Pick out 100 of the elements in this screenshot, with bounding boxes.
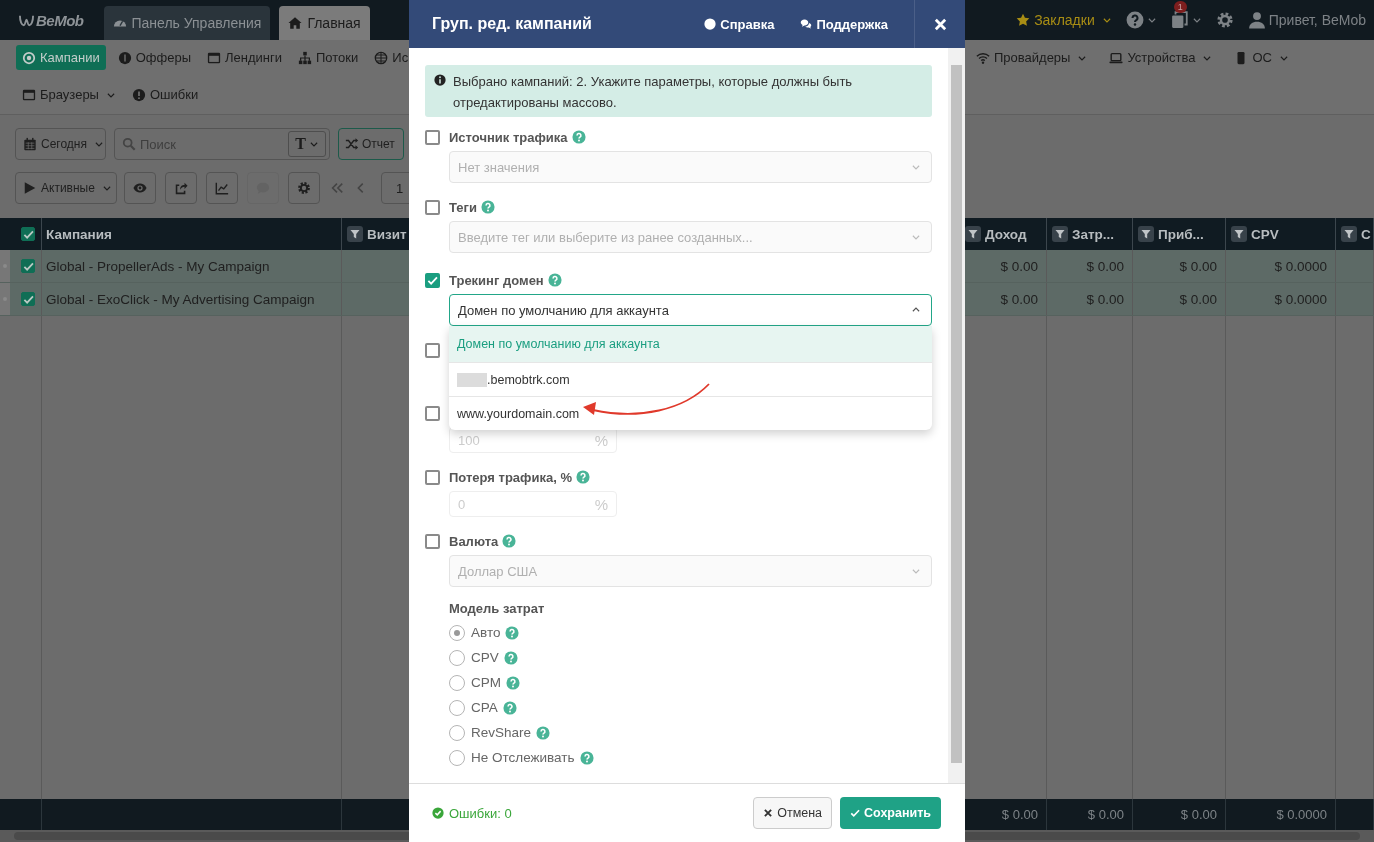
window-icon <box>22 87 36 102</box>
field-label: Источник трафика <box>449 129 568 145</box>
checkbox[interactable] <box>425 273 440 288</box>
scrollbar[interactable] <box>948 48 965 783</box>
window-icon <box>207 50 222 65</box>
table-cell: $ 0.00 <box>1000 258 1038 274</box>
checkbox[interactable] <box>21 259 35 273</box>
check-icon <box>22 228 34 240</box>
unit-label: % <box>594 431 608 449</box>
help-menu[interactable] <box>1125 11 1157 29</box>
column-header[interactable]: Приб... <box>1158 226 1204 242</box>
checkbox[interactable] <box>21 227 35 241</box>
user-menu[interactable]: Привет, BeMob <box>1247 11 1366 29</box>
checkbox[interactable] <box>425 130 440 145</box>
notice-text: Выбрано кампаний: 2. Укажите параметры, которые должны быть отредактированы массово. <box>453 73 854 112</box>
wifi-icon <box>976 50 990 65</box>
nav-item[interactable]: Ошибки <box>127 82 203 107</box>
eye-icon <box>133 181 147 195</box>
column-header[interactable]: Визит <box>367 226 407 242</box>
select-field[interactable]: Доллар США <box>449 555 932 587</box>
chevron-down-icon <box>911 566 921 576</box>
total-cell: $ 0.00 <box>1001 807 1038 822</box>
unit-label: % <box>594 495 608 513</box>
check-icon <box>427 275 438 286</box>
dropdown-option[interactable]: .bemobtrk.com <box>449 362 932 396</box>
tab[interactable]: Панель Управления <box>103 6 271 40</box>
total-cell: $ 0.00 <box>1180 807 1217 822</box>
select-field[interactable]: Нет значения <box>449 151 932 183</box>
filter-icon <box>965 226 981 242</box>
check-circle-icon <box>432 807 444 819</box>
section-label: Модель затрат <box>449 600 546 618</box>
checkbox[interactable] <box>425 200 440 215</box>
radio-label[interactable]: RevShare <box>471 725 532 740</box>
radio-label[interactable]: Авто <box>471 625 501 640</box>
select-field[interactable]: Домен по умолчанию для аккаунта <box>449 294 932 326</box>
select-field[interactable]: Введите тег или выберите из ранее созданных... <box>449 221 932 253</box>
text-type-button[interactable]: T <box>288 131 326 157</box>
nav-item[interactable]: Устройства <box>1105 45 1217 70</box>
nav-item[interactable]: ОС <box>1230 45 1293 70</box>
exclamation-icon <box>131 87 146 102</box>
bookmarks-menu[interactable]: Закладки <box>1016 12 1112 28</box>
play-icon <box>23 181 37 195</box>
total-cell: $ 0.0000 <box>1276 807 1327 822</box>
status-filter-button[interactable]: Активные <box>15 172 117 204</box>
drag-handle[interactable] <box>0 283 10 315</box>
sitemap-icon <box>298 50 312 65</box>
tab[interactable]: Главная <box>279 6 370 40</box>
check-icon <box>22 260 34 272</box>
chevron-down-icon <box>309 139 319 149</box>
save-button[interactable]: Сохранить <box>840 797 941 829</box>
close-icon <box>763 808 774 818</box>
field-label: Валюта <box>449 533 499 549</box>
checkbox[interactable] <box>425 534 440 549</box>
shuffle-icon <box>345 137 359 151</box>
column-header[interactable]: Затр... <box>1072 226 1115 242</box>
radio-label[interactable]: CPM <box>471 675 501 690</box>
settings-icon <box>1215 11 1234 29</box>
first-page-button[interactable] <box>330 181 344 195</box>
table-cell: $ 0.0000 <box>1274 258 1327 274</box>
column-header[interactable]: Кампания <box>46 226 112 242</box>
nav-item[interactable]: Провайдеры <box>972 45 1092 70</box>
support-link[interactable]: Поддержка <box>800 16 888 32</box>
export-button[interactable] <box>165 172 197 204</box>
notifications-menu[interactable] <box>1170 11 1202 29</box>
date-range-button[interactable]: Сегодня <box>15 128 106 160</box>
settings-button[interactable] <box>1215 11 1234 29</box>
dialog-title: Груп. ред. кампаний <box>432 15 592 33</box>
nav-item[interactable]: Потоки <box>294 45 363 70</box>
check-icon <box>22 293 34 305</box>
field-label: Трекинг домен <box>449 272 544 288</box>
radio-label[interactable]: CPV <box>471 650 499 665</box>
logo[interactable]: BeMob <box>19 11 84 29</box>
checkbox[interactable] <box>425 406 440 421</box>
checkbox[interactable] <box>21 292 35 306</box>
error-count: Ошибки: 0 <box>432 805 512 821</box>
drag-handle[interactable] <box>0 250 10 282</box>
checkbox[interactable] <box>425 470 440 485</box>
dropdown-option[interactable]: Домен по умолчанию для аккаунта <box>449 326 932 362</box>
table-cell: $ 0.00 <box>1000 291 1038 307</box>
chevron-down-icon <box>94 139 104 149</box>
chevron-down-icon <box>911 232 921 242</box>
nav-item[interactable]: Ис <box>370 45 413 70</box>
view-button[interactable] <box>124 172 156 204</box>
cancel-button[interactable]: Отмена <box>753 797 833 829</box>
radio-label[interactable]: CPA <box>471 700 498 715</box>
radio-label[interactable]: Не Отслеживать <box>471 750 575 765</box>
column-header[interactable]: Доход <box>985 226 1027 242</box>
column-header[interactable]: CPV <box>1251 226 1279 242</box>
nav-item[interactable]: Кампании <box>16 45 106 70</box>
chart-button[interactable] <box>206 172 238 204</box>
filter-icon <box>1138 226 1154 242</box>
nav-item[interactable]: Браузеры <box>18 82 120 107</box>
nav-item[interactable]: Лендинги <box>203 45 286 70</box>
nav-item[interactable]: Офферы <box>113 45 196 70</box>
help-link[interactable]: Справка <box>704 16 775 32</box>
checkbox[interactable] <box>425 343 440 358</box>
settings-button[interactable] <box>288 172 320 204</box>
home-icon <box>288 16 303 30</box>
report-button[interactable]: Отчет <box>338 128 404 160</box>
column-header[interactable]: C <box>1361 226 1371 242</box>
